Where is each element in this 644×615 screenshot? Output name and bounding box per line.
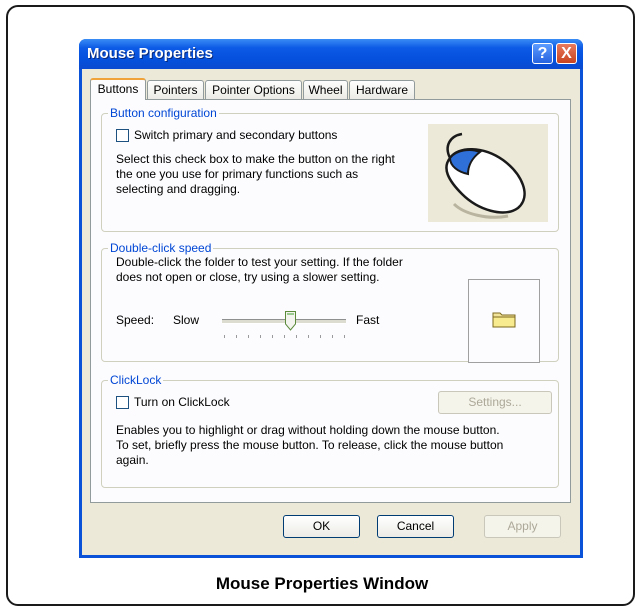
buttons-tab-panel: Button configuration Switch primary and … <box>90 99 571 503</box>
help-icon: ? <box>537 45 548 62</box>
tab-wheel[interactable]: Wheel <box>303 80 348 99</box>
slider-tick <box>320 335 321 338</box>
clicklock-group: ClickLock Turn on ClickLock Settings... … <box>101 373 559 488</box>
slider-tick <box>332 335 333 338</box>
close-button[interactable]: X <box>556 43 577 64</box>
clicklock-desc-line3: again. <box>116 453 149 467</box>
slider-tick <box>272 335 273 338</box>
button-config-desc-line2: the one you use for primary functions su… <box>116 167 359 181</box>
clicklock-desc-line1: Enables you to highlight or drag without… <box>116 423 500 437</box>
slider-tick <box>344 335 345 338</box>
mouse-illustration <box>428 124 548 222</box>
tab-buttons[interactable]: Buttons <box>90 78 146 100</box>
button-configuration-label: Button configuration <box>108 106 219 120</box>
slider-tick <box>260 335 261 338</box>
slider-tick <box>284 335 285 338</box>
window-title: Mouse Properties <box>87 45 213 62</box>
clicklock-desc-line2: To set, briefly press the mouse button. … <box>116 438 504 452</box>
slider-tick <box>224 335 225 338</box>
clicklock-checkbox-label: Turn on ClickLock <box>134 395 230 409</box>
double-click-desc-line2: does not open or close, try using a slow… <box>116 270 380 284</box>
slider-tick <box>296 335 297 338</box>
tab-pointers[interactable]: Pointers <box>147 80 204 99</box>
apply-button[interactable]: Apply <box>484 515 561 538</box>
clicklock-label: ClickLock <box>108 373 164 387</box>
dialog-client-area: Buttons Pointers Pointer Options Wheel H… <box>82 69 580 555</box>
folder-icon <box>492 312 516 328</box>
test-folder-area[interactable] <box>468 279 540 363</box>
slider-tick <box>236 335 237 338</box>
cancel-button[interactable]: Cancel <box>377 515 454 538</box>
speed-slider-thumb[interactable] <box>284 311 296 331</box>
figure-caption: Mouse Properties Window <box>215 574 429 593</box>
slider-tick <box>248 335 249 338</box>
mouse-icon <box>445 132 526 219</box>
double-click-speed-label: Double-click speed <box>108 241 214 255</box>
double-click-speed-group: Double-click speed Double-click the fold… <box>101 241 559 363</box>
mouse-properties-window: Mouse Properties ? X Buttons Pointers Po… <box>79 39 583 558</box>
double-click-desc-line1: Double-click the folder to test your set… <box>116 255 403 269</box>
slider-thumb-icon <box>284 311 296 331</box>
close-icon: X <box>561 45 572 62</box>
tab-hardware[interactable]: Hardware <box>349 80 415 99</box>
clicklock-settings-button[interactable]: Settings... <box>438 391 552 414</box>
button-config-desc-line1: Select this check box to make the button… <box>116 152 395 166</box>
clicklock-checkbox[interactable] <box>116 396 129 409</box>
help-button[interactable]: ? <box>532 43 553 64</box>
slow-label: Slow <box>173 313 200 327</box>
slider-tick <box>308 335 309 338</box>
title-bar[interactable]: Mouse Properties ? X <box>79 39 583 69</box>
button-configuration-group: Button configuration Switch primary and … <box>101 106 559 232</box>
switch-buttons-checkbox[interactable] <box>116 129 129 142</box>
switch-buttons-label: Switch primary and secondary buttons <box>134 128 338 142</box>
speed-slider-ticks <box>224 335 345 339</box>
tab-pointer-options[interactable]: Pointer Options <box>205 80 302 99</box>
ok-button[interactable]: OK <box>283 515 360 538</box>
fast-label: Fast <box>356 313 380 327</box>
speed-label: Speed: <box>116 313 155 327</box>
button-config-desc-line3: selecting and dragging. <box>116 182 241 196</box>
